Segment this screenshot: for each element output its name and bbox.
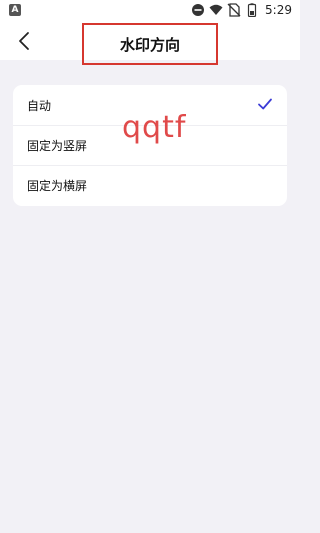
- wifi-icon: [209, 4, 223, 15]
- back-button[interactable]: [14, 30, 36, 52]
- dnd-icon: [192, 4, 205, 16]
- option-label: 固定为竖屏: [27, 139, 88, 153]
- page-title: 水印方向: [119, 35, 180, 54]
- no-sim-icon: [227, 3, 241, 17]
- orientation-options-card: 自动 固定为竖屏 固定为横屏: [13, 85, 287, 206]
- status-bar: A 5:29: [0, 0, 300, 20]
- option-fixed-landscape[interactable]: 固定为横屏: [13, 165, 287, 205]
- app-bar: 水印方向: [0, 20, 300, 65]
- option-label: 固定为横屏: [27, 179, 88, 193]
- chevron-left-icon: [19, 32, 29, 50]
- checkmark-icon: [258, 98, 272, 110]
- clock: 5:29: [265, 3, 292, 17]
- notification-app-icon: A: [9, 4, 21, 16]
- status-icons: 5:29: [191, 2, 292, 18]
- option-label: 自动: [27, 98, 52, 113]
- watermark-text: qqtf: [122, 110, 187, 145]
- title-highlight-box: 水印方向: [82, 23, 218, 65]
- battery-icon: [247, 3, 257, 17]
